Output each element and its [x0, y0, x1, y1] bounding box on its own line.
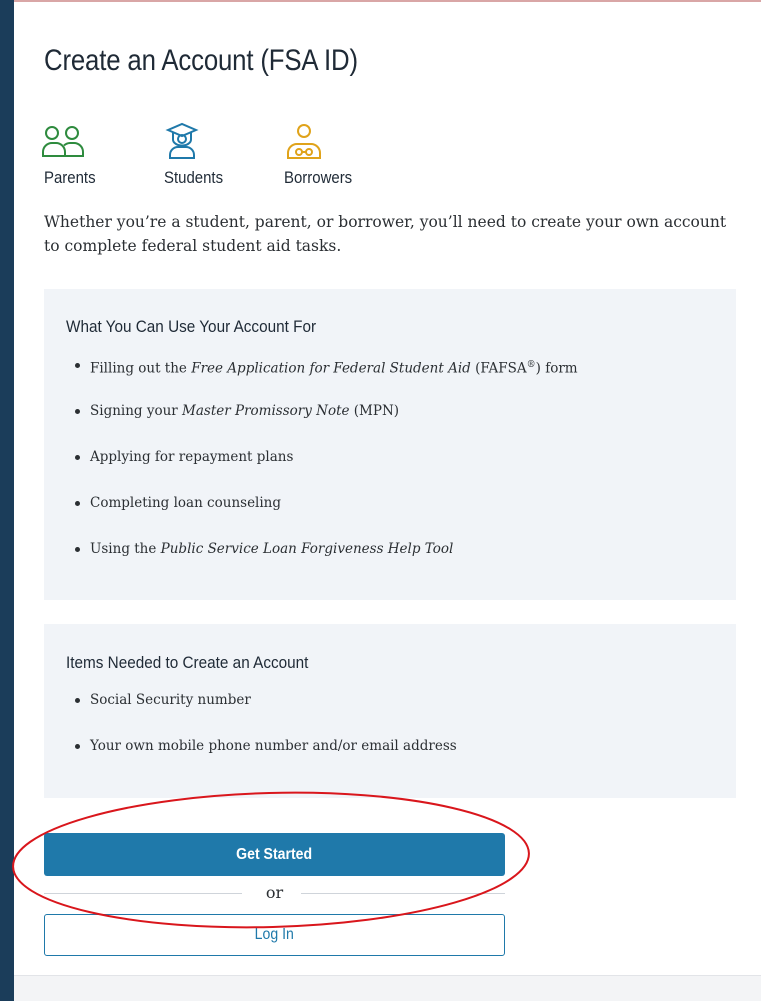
list-item: Social Security number — [75, 690, 457, 736]
footer-band — [14, 975, 761, 1001]
intro-text: Whether you’re a student, parent, or bor… — [44, 213, 727, 255]
list-item: Your own mobile phone number and/or emai… — [75, 736, 457, 782]
or-divider: or — [44, 883, 505, 905]
login-label: Log In — [254, 926, 295, 943]
role-borrowers: Borrowers — [282, 122, 352, 187]
divider-line-right — [301, 893, 505, 894]
login-button[interactable]: Log In — [44, 914, 505, 956]
page-title: Create an Account (FSA ID) — [44, 44, 358, 77]
list-item: Filling out the Free Application for Fed… — [75, 355, 578, 401]
role-label-students: Students — [164, 168, 224, 187]
list-item: Applying for repayment plans — [75, 447, 578, 493]
items-needed-heading: Items Needed to Create an Account — [66, 653, 309, 672]
role-students: Students — [162, 122, 223, 187]
list-item: Signing your Master Promissory Note (MPN… — [75, 401, 578, 447]
role-label-parents: Parents — [44, 168, 96, 187]
get-started-label: Get Started — [236, 845, 313, 863]
students-icon — [165, 122, 199, 159]
get-started-button[interactable]: Get Started — [44, 833, 505, 876]
items-needed-panel: Items Needed to Create an Account Social… — [44, 624, 736, 798]
parents-icon — [42, 126, 84, 157]
list-item: Completing loan counseling — [75, 493, 578, 539]
borrowers-icon — [287, 124, 321, 159]
items-needed-list: Social Security number Your own mobile p… — [75, 690, 457, 782]
list-item: Using the Public Service Loan Forgivenes… — [75, 539, 578, 585]
role-label-borrowers: Borrowers — [284, 168, 353, 187]
account-uses-list: Filling out the Free Application for Fed… — [75, 355, 578, 585]
account-card: Create an Account (FSA ID) Parents Stude… — [14, 0, 761, 1001]
account-uses-panel: What You Can Use Your Account For Fillin… — [44, 289, 736, 600]
account-uses-heading: What You Can Use Your Account For — [66, 317, 317, 336]
role-parents: Parents — [42, 122, 96, 187]
